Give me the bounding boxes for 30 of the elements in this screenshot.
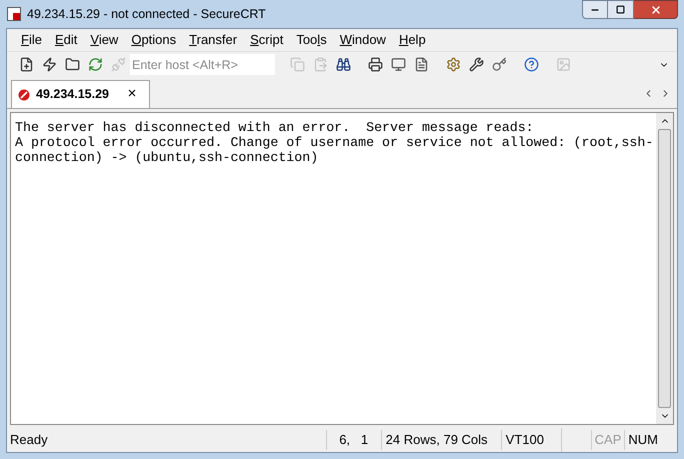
terminal-line: A protocol error occurred. Change of username or service not allowed: (root,ssh- — [15, 135, 652, 150]
tab-close-button[interactable]: × — [125, 83, 139, 106]
terminal-size: 24 Rows, 79 Cols — [380, 430, 501, 450]
menu-item[interactable]: Help — [398, 30, 426, 50]
cursor-position: 6, 1 — [326, 430, 381, 450]
terminal-line: connection) -> (ubuntu,ssh-connection) — [15, 150, 320, 165]
maximize-button[interactable] — [608, 0, 634, 19]
menu-item[interactable]: Options — [131, 30, 176, 50]
menu-item[interactable]: Script — [250, 30, 284, 50]
terminal[interactable]: The server has disconnected with an error. Server message reads: A protocol error occurred. Change of username or service not allowed: (root,ssh- connection) -> (ubuntu,ssh-connection) — [11, 113, 656, 424]
emulation: VT100 — [500, 430, 561, 450]
menu-item[interactable]: Edit — [54, 30, 78, 50]
menu-item[interactable]: File — [21, 30, 42, 50]
key-indicator: NUM — [624, 430, 661, 450]
key-indicator: CAP — [590, 430, 624, 450]
menu-item[interactable]: Window — [340, 30, 386, 50]
close-icon — [650, 4, 662, 16]
menu-item[interactable]: View — [90, 30, 118, 50]
app-icon — [7, 7, 21, 21]
disconnected-icon — [18, 88, 30, 100]
scrollbar[interactable] — [656, 113, 673, 424]
window-title: 49.234.15.29 - not connected - SecureCRT — [27, 6, 266, 23]
close-button[interactable] — [634, 0, 678, 19]
menu-item[interactable]: Tools — [296, 30, 327, 50]
host-field[interactable]: Enter host <Alt+R> — [130, 54, 275, 75]
session-tab[interactable]: 49.234.15.29 × — [11, 80, 150, 108]
menu-item[interactable]: Transfer — [189, 30, 238, 50]
maximize-icon — [616, 5, 625, 14]
terminal-line: The server has disconnected with an error. Server message reads: — [15, 120, 535, 135]
status-message: Ready — [9, 431, 49, 450]
